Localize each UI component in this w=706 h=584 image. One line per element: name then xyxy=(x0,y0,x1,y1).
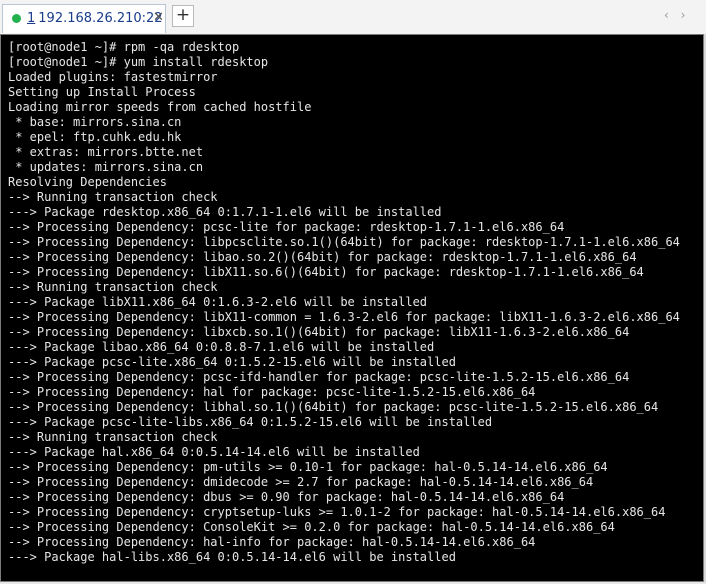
terminal-line: --> Running transaction check xyxy=(8,280,218,294)
tab-scroll-arrows-icon[interactable]: ‹ › xyxy=(664,8,689,22)
terminal-line: --> Processing Dependency: libhal.so.1()… xyxy=(8,400,659,414)
tab-title: 192.168.26.210:22 xyxy=(38,11,163,26)
new-tab-button[interactable]: + xyxy=(172,5,194,27)
terminal-line: * base: mirrors.sina.cn xyxy=(8,115,182,129)
terminal-line: * epel: ftp.cuhk.edu.hk xyxy=(8,130,182,144)
terminal-line: --> Processing Dependency: libX11.so.6()… xyxy=(8,265,644,279)
tab-index: 1 xyxy=(27,11,36,26)
terminal-line: Loading mirror speeds from cached hostfi… xyxy=(8,100,312,114)
tab-session[interactable]: 1 192.168.26.210:22 ✕ xyxy=(2,4,166,33)
terminal-line: --> Processing Dependency: pcsc-ifd-hand… xyxy=(8,370,630,384)
terminal-line: --> Processing Dependency: pcsc-lite for… xyxy=(8,220,565,234)
terminal-line: Resolving Dependencies xyxy=(8,175,167,189)
terminal-line: * updates: mirrors.sina.cn xyxy=(8,160,204,174)
terminal-line: ---> Package hal.x86_64 0:0.5.14-14.el6 … xyxy=(8,445,420,459)
terminal-output: [root@node1 ~]# rpm -qa rdesktop [root@no… xyxy=(8,40,680,565)
terminal-line: --> Processing Dependency: hal for packa… xyxy=(8,385,536,399)
tab-bar: 1 192.168.26.210:22 ✕ + ‹ › xyxy=(0,0,706,35)
terminal-line: ---> Package libao.x86_64 0:0.8.8-7.1.el… xyxy=(8,340,435,354)
tab-label: 1 192.168.26.210:22 xyxy=(27,11,163,26)
terminal-line: --> Processing Dependency: libao.so.2()(… xyxy=(8,250,637,264)
terminal-line: Loaded plugins: fastestmirror xyxy=(8,70,218,84)
terminal-line: ---> Package rdesktop.x86_64 0:1.7.1-1.e… xyxy=(8,205,442,219)
terminal-line: --> Running transaction check xyxy=(8,190,218,204)
terminal-line: --> Processing Dependency: libpcsclite.s… xyxy=(8,235,680,249)
terminal-line: [root@node1 ~]# rpm -qa rdesktop xyxy=(8,40,240,54)
terminal-pane[interactable]: [root@node1 ~]# rpm -qa rdesktop [root@no… xyxy=(0,34,704,582)
terminal-line: ---> Package pcsc-lite.x86_64 0:1.5.2-15… xyxy=(8,355,456,369)
terminal-line: --> Processing Dependency: dbus >= 0.90 … xyxy=(8,490,565,504)
terminal-line: --> Processing Dependency: pm-utils >= 0… xyxy=(8,460,608,474)
terminal-line: --> Processing Dependency: dmidecode >= … xyxy=(8,475,594,489)
terminal-line: ---> Package hal-libs.x86_64 0:0.5.14-14… xyxy=(8,550,456,564)
terminal-line: * extras: mirrors.btte.net xyxy=(8,145,204,159)
terminal-line: ---> Package libX11.x86_64 0:1.6.3-2.el6… xyxy=(8,295,428,309)
terminal-line: --> Processing Dependency: cryptsetup-lu… xyxy=(8,505,666,519)
terminal-line: --> Processing Dependency: libxcb.so.1()… xyxy=(8,325,630,339)
terminal-line: --> Processing Dependency: ConsoleKit >=… xyxy=(8,520,615,534)
terminal-line: --> Processing Dependency: hal-info for … xyxy=(8,535,536,549)
terminal-line: [root@node1 ~]# yum install rdesktop xyxy=(8,55,269,69)
connection-status-icon xyxy=(12,14,21,23)
terminal-line: --> Processing Dependency: libX11-common… xyxy=(8,310,680,324)
terminal-line: ---> Package pcsc-lite-libs.x86_64 0:1.5… xyxy=(8,415,493,429)
terminal-line: Setting up Install Process xyxy=(8,85,196,99)
close-tab-icon[interactable]: ✕ xyxy=(153,10,164,25)
terminal-line: --> Running transaction check xyxy=(8,430,218,444)
